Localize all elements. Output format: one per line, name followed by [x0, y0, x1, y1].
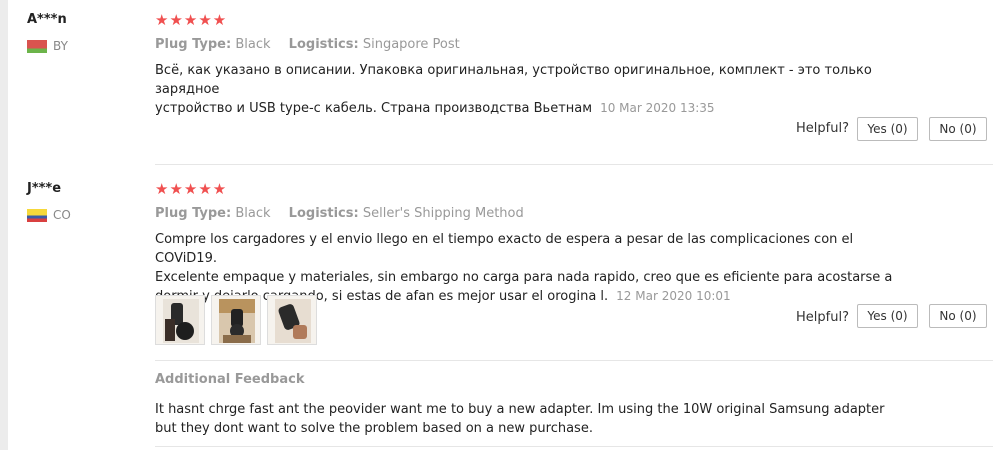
country-code: BY: [53, 39, 68, 53]
star-rating: ★★★★★: [155, 180, 228, 198]
page-left-border: [0, 0, 8, 450]
helpful-yes-button[interactable]: Yes (0): [857, 304, 918, 328]
country-code: CO: [53, 208, 71, 222]
charger-photo-image: [275, 299, 311, 343]
helpful-label: Helpful?: [796, 121, 849, 136]
additional-feedback-line: but they dont want to solve the problem …: [155, 421, 593, 436]
review-item: J***e CO ★★★★★ Plug Type: Black Logistic…: [8, 165, 1000, 450]
helpful-yes-button[interactable]: Yes (0): [857, 117, 918, 141]
reviewer-name: J***e: [27, 181, 62, 196]
review-item: A***n BY ★★★★★ Plug Type: Black Logistic…: [8, 0, 1000, 165]
review-date: 12 Mar 2020 10:01: [616, 289, 731, 303]
plug-type-value: Black: [235, 37, 271, 52]
review-properties: Plug Type: Black Logistics: Singapore Po…: [155, 37, 460, 52]
plug-type-label: Plug Type:: [155, 37, 232, 52]
additional-feedback-text: It hasnt chrge fast ant the peovider wan…: [155, 400, 900, 438]
logistics-label: Logistics:: [288, 206, 359, 221]
review-properties: Plug Type: Black Logistics: Seller's Shi…: [155, 206, 524, 221]
review-divider: [155, 446, 993, 447]
plug-type-value: Black: [235, 206, 271, 221]
review-text-line: Compre los cargadores y el envio llego e…: [155, 232, 854, 266]
logistics-label: Logistics:: [288, 37, 359, 52]
additional-feedback-divider: [155, 360, 993, 361]
review-text-line: устройство и USB type-c кабель. Страна п…: [155, 101, 593, 116]
review-date: 10 Mar 2020 13:35: [600, 101, 715, 115]
additional-feedback-line: It hasnt chrge fast ant the peovider wan…: [155, 402, 885, 417]
review-text-line: Всё, как указано в описании. Упаковка ор…: [155, 63, 872, 97]
additional-feedback-title: Additional Feedback: [155, 372, 305, 387]
colombia-flag-icon: [27, 208, 47, 222]
logistics-value: Seller's Shipping Method: [362, 206, 524, 221]
review-photo-thumbnail[interactable]: [267, 295, 317, 345]
reviewer-name: A***n: [27, 12, 67, 27]
review-photo-thumbnail[interactable]: [155, 295, 205, 345]
reviewer-country: CO: [27, 208, 71, 222]
reviewer-country: BY: [27, 39, 68, 53]
charger-photo-image: [219, 299, 255, 343]
review-text-line: Excelente empaque y materiales, sin emba…: [155, 270, 893, 285]
plug-type-label: Plug Type:: [155, 206, 232, 221]
helpful-no-button[interactable]: No (0): [929, 117, 987, 141]
charger-photo-image: [163, 299, 199, 343]
review-text: Всё, как указано в описании. Упаковка ор…: [155, 61, 900, 118]
star-rating: ★★★★★: [155, 11, 228, 29]
helpful-label: Helpful?: [796, 310, 849, 325]
belarus-flag-icon: [27, 39, 47, 53]
review-photo-thumbnail[interactable]: [211, 295, 261, 345]
logistics-value: Singapore Post: [362, 37, 460, 52]
helpful-no-button[interactable]: No (0): [929, 304, 987, 328]
